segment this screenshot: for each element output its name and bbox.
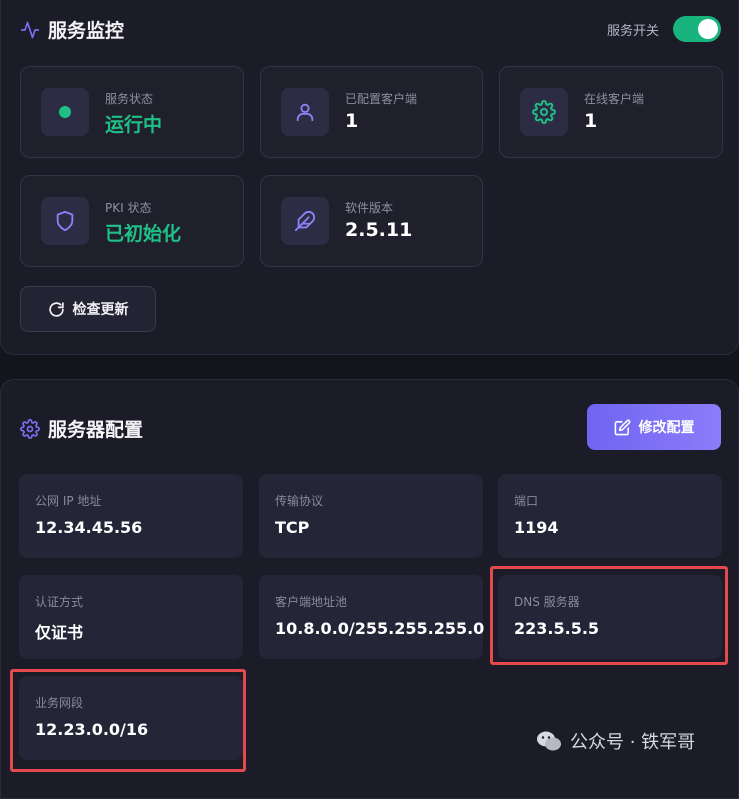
service-toggle-label: 服务开关 — [606, 23, 659, 39]
card-value: 运行中 — [105, 114, 163, 136]
card-label: 在线客户端 — [584, 92, 645, 106]
gear-icon — [532, 100, 556, 124]
edit-icon — [614, 419, 630, 435]
config-item-value: 10.8.0.0/255.255.255.0 — [275, 619, 485, 638]
config-title-text: 服务器配置 — [48, 419, 144, 441]
card-label: PKI 状态 — [105, 201, 152, 215]
config-item-label: 公网 IP 地址 — [35, 494, 102, 508]
status-card-version: 软件版本 2.5.11 — [260, 175, 483, 267]
card-label: 服务状态 — [105, 92, 154, 106]
status-card-online-clients: 在线客户端 1 — [499, 66, 723, 158]
watermark-text: 公众号 · 铁军哥 — [570, 732, 696, 753]
config-item-label: DNS 服务器 — [514, 595, 580, 609]
check-update-button[interactable]: 检查更新 — [20, 286, 156, 332]
config-item-dns: DNS 服务器 223.5.5.5 — [498, 575, 722, 659]
monitor-title-text: 服务监控 — [48, 20, 125, 42]
shield-icon — [56, 210, 74, 232]
status-icon-box — [520, 88, 568, 136]
status-card-service: 服务状态 运行中 — [20, 66, 244, 158]
edit-config-label: 修改配置 — [638, 420, 695, 436]
config-item-port: 端口 1194 — [498, 474, 722, 558]
service-monitor-panel: 服务监控 服务开关 服务状态 运行中 已配置客户端 1 在线客户端 1 PKI … — [0, 0, 739, 355]
status-icon-box — [41, 88, 89, 136]
card-value: 已初始化 — [105, 223, 182, 245]
config-item-label: 传输协议 — [275, 494, 324, 508]
activity-icon — [20, 21, 40, 38]
config-item-business-subnet: 业务网段 12.23.0.0/16 — [19, 676, 243, 760]
status-icon-box — [281, 197, 329, 245]
status-card-configured-clients: 已配置客户端 1 — [260, 66, 483, 158]
wechat-icon — [537, 731, 561, 751]
edit-config-button[interactable]: 修改配置 — [587, 404, 721, 450]
config-item-value: 12.34.45.56 — [35, 518, 143, 537]
config-item-label: 客户端地址池 — [275, 595, 348, 609]
config-item-protocol: 传输协议 TCP — [259, 474, 483, 558]
card-label: 软件版本 — [345, 201, 394, 215]
service-toggle-group: 服务开关 — [607, 16, 721, 42]
card-value: 2.5.11 — [345, 219, 413, 241]
status-icon-box — [41, 197, 89, 245]
config-item-value: 12.23.0.0/16 — [35, 720, 149, 739]
config-item-value: 1194 — [514, 518, 559, 537]
config-item-label: 认证方式 — [35, 595, 84, 609]
config-item-auth: 认证方式 仅证书 — [19, 575, 243, 659]
service-toggle-switch[interactable] — [673, 16, 721, 42]
toggle-knob — [698, 19, 718, 39]
watermark: 公众号 · 铁军哥 — [536, 728, 695, 754]
card-label: 已配置客户端 — [345, 92, 418, 106]
config-item-value: 223.5.5.5 — [514, 619, 600, 638]
config-item-label: 端口 — [514, 494, 539, 508]
config-item-label: 业务网段 — [35, 696, 84, 710]
feather-icon — [294, 210, 316, 232]
monitor-title: 服务监控 — [20, 16, 124, 43]
status-card-pki: PKI 状态 已初始化 — [20, 175, 244, 267]
config-title: 服务器配置 — [20, 415, 143, 442]
card-value: 1 — [584, 110, 598, 132]
config-item-public-ip: 公网 IP 地址 12.34.45.56 — [19, 474, 243, 558]
status-icon-box — [281, 88, 329, 136]
check-update-label: 检查更新 — [72, 302, 129, 318]
user-icon — [296, 103, 314, 122]
config-item-value: 仅证书 — [35, 623, 84, 642]
config-item-value: TCP — [275, 518, 310, 537]
status-dot-icon — [59, 106, 71, 118]
card-value: 1 — [345, 110, 359, 132]
gear-icon — [20, 418, 40, 439]
config-item-address-pool: 客户端地址池 10.8.0.0/255.255.255.0 — [259, 575, 485, 659]
refresh-icon — [48, 301, 64, 317]
